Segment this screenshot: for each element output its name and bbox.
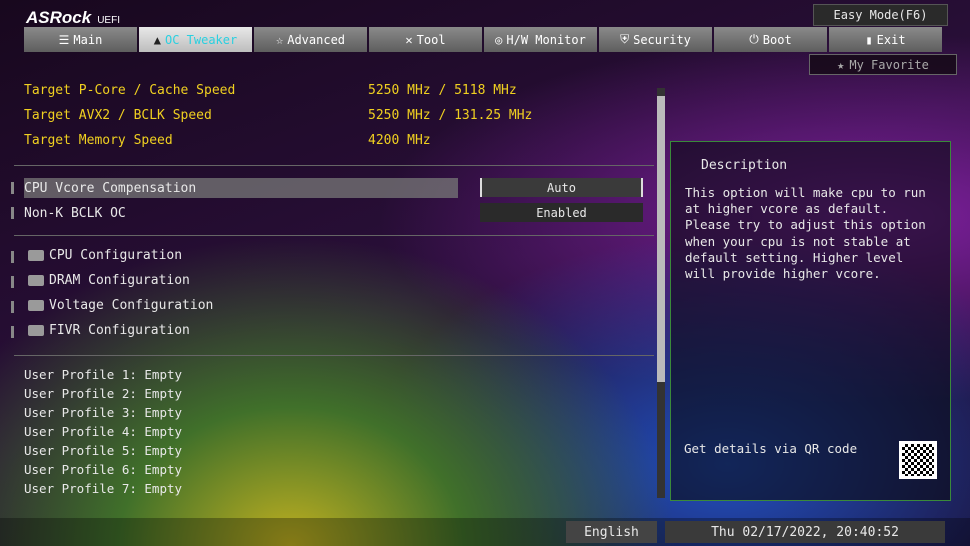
tab-oc-tweaker[interactable]: ▲ OC Tweaker [139, 27, 252, 52]
item-marker [11, 251, 14, 263]
easy-mode-button[interactable]: Easy Mode(F6) [813, 4, 948, 26]
tab-label: OC Tweaker [164, 32, 238, 47]
tab-exit[interactable]: ▮ Exit [829, 27, 942, 52]
label: Target P-Core / Cache Speed [24, 82, 236, 98]
favorite-label: My Favorite [849, 57, 929, 72]
divider [14, 165, 654, 166]
power-icon: ⏻ [749, 32, 759, 46]
folder-icon [28, 324, 44, 336]
tab-hw-monitor[interactable]: ◎ H/W Monitor [484, 27, 597, 52]
submenu-voltage-configuration[interactable]: Voltage Configuration [24, 295, 654, 315]
tab-label: Boot [762, 32, 792, 47]
label: DRAM Configuration [49, 272, 190, 288]
label: CPU Vcore Compensation [24, 180, 197, 196]
tab-label: Tool [416, 32, 446, 47]
label: FIVR Configuration [49, 322, 190, 338]
user-profile-4[interactable]: User Profile 4: Empty [24, 424, 182, 439]
language-button[interactable]: English [566, 521, 657, 543]
target-memory-row: Target Memory Speed 4200 MHz [24, 130, 654, 150]
value: 4200 MHz [368, 132, 431, 148]
tab-boot[interactable]: ⏻ Boot [714, 27, 827, 52]
label: Voltage Configuration [49, 297, 214, 313]
user-profile-6[interactable]: User Profile 6: Empty [24, 462, 182, 477]
tab-security[interactable]: ⛨ Security [599, 27, 712, 52]
submenu-cpu-configuration[interactable]: CPU Configuration [24, 245, 654, 265]
target-pcore-row: Target P-Core / Cache Speed 5250 MHz / 51… [24, 80, 654, 100]
user-profile-3[interactable]: User Profile 3: Empty [24, 405, 182, 420]
label: Target AVX2 / BCLK Speed [24, 107, 212, 123]
folder-icon [28, 274, 44, 286]
my-favorite-button[interactable]: ★ My Favorite [809, 54, 957, 75]
submenu-fivr-configuration[interactable]: FIVR Configuration [24, 320, 654, 340]
tab-advanced[interactable]: ☆ Advanced [254, 27, 367, 52]
item-marker [11, 301, 14, 313]
divider [14, 355, 654, 356]
door-icon: ▮ [865, 32, 873, 47]
tab-label: Exit [876, 32, 906, 47]
tools-icon: ✕ [405, 32, 413, 47]
tab-label: Security [633, 32, 691, 47]
label: Target Memory Speed [24, 132, 173, 148]
divider [14, 235, 654, 236]
scrollbar-thumb[interactable] [657, 96, 665, 382]
qr-code-icon [899, 441, 937, 479]
main-tabs: ☰ Main ▲ OC Tweaker ☆ Advanced ✕ Tool ◎ H/W M… [24, 27, 942, 52]
label: Non-K BCLK OC [24, 205, 126, 221]
star-icon: ☆ [275, 32, 284, 47]
user-profile-7[interactable]: User Profile 7: Empty [24, 481, 182, 496]
value: 5250 MHz / 131.25 MHz [368, 107, 533, 123]
tab-main[interactable]: ☰ Main [24, 27, 137, 52]
submenu-dram-configuration[interactable]: DRAM Configuration [24, 270, 654, 290]
cpu-vcore-compensation-select[interactable]: Auto [480, 178, 643, 197]
description-text: This option will make cpu to run at high… [685, 185, 926, 282]
target-avx2-row: Target AVX2 / BCLK Speed 5250 MHz / 131.2… [24, 105, 654, 125]
list-icon: ☰ [58, 32, 70, 47]
label: CPU Configuration [49, 247, 183, 263]
value: 5250 MHz / 5118 MHz [368, 82, 517, 98]
item-marker [11, 182, 14, 194]
star-icon: ★ [837, 57, 845, 72]
monitor-icon: ◎ [495, 32, 503, 47]
user-profile-5[interactable]: User Profile 5: Empty [24, 443, 182, 458]
tab-tool[interactable]: ✕ Tool [369, 27, 482, 52]
tab-label: H/W Monitor [506, 32, 586, 47]
datetime-display: Thu 02/17/2022, 20:40:52 [665, 521, 945, 543]
non-k-bclk-oc-select[interactable]: Enabled [480, 203, 643, 222]
item-marker [11, 276, 14, 288]
cpu-vcore-compensation-row[interactable]: CPU Vcore Compensation [24, 178, 458, 198]
description-title: Description [701, 158, 788, 173]
item-marker [11, 326, 14, 338]
folder-icon [28, 249, 44, 261]
tab-label: Advanced [287, 32, 346, 47]
shield-icon: ⛨ [620, 32, 630, 46]
rocket-icon: ▲ [153, 32, 161, 47]
user-profile-2[interactable]: User Profile 2: Empty [24, 386, 182, 401]
qr-label: Get details via QR code [684, 441, 858, 456]
user-profile-1[interactable]: User Profile 1: Empty [24, 367, 182, 382]
tab-label: Main [73, 32, 103, 47]
folder-icon [28, 299, 44, 311]
asrock-logo: ASRock UEFI [26, 8, 120, 27]
item-marker [11, 207, 14, 219]
